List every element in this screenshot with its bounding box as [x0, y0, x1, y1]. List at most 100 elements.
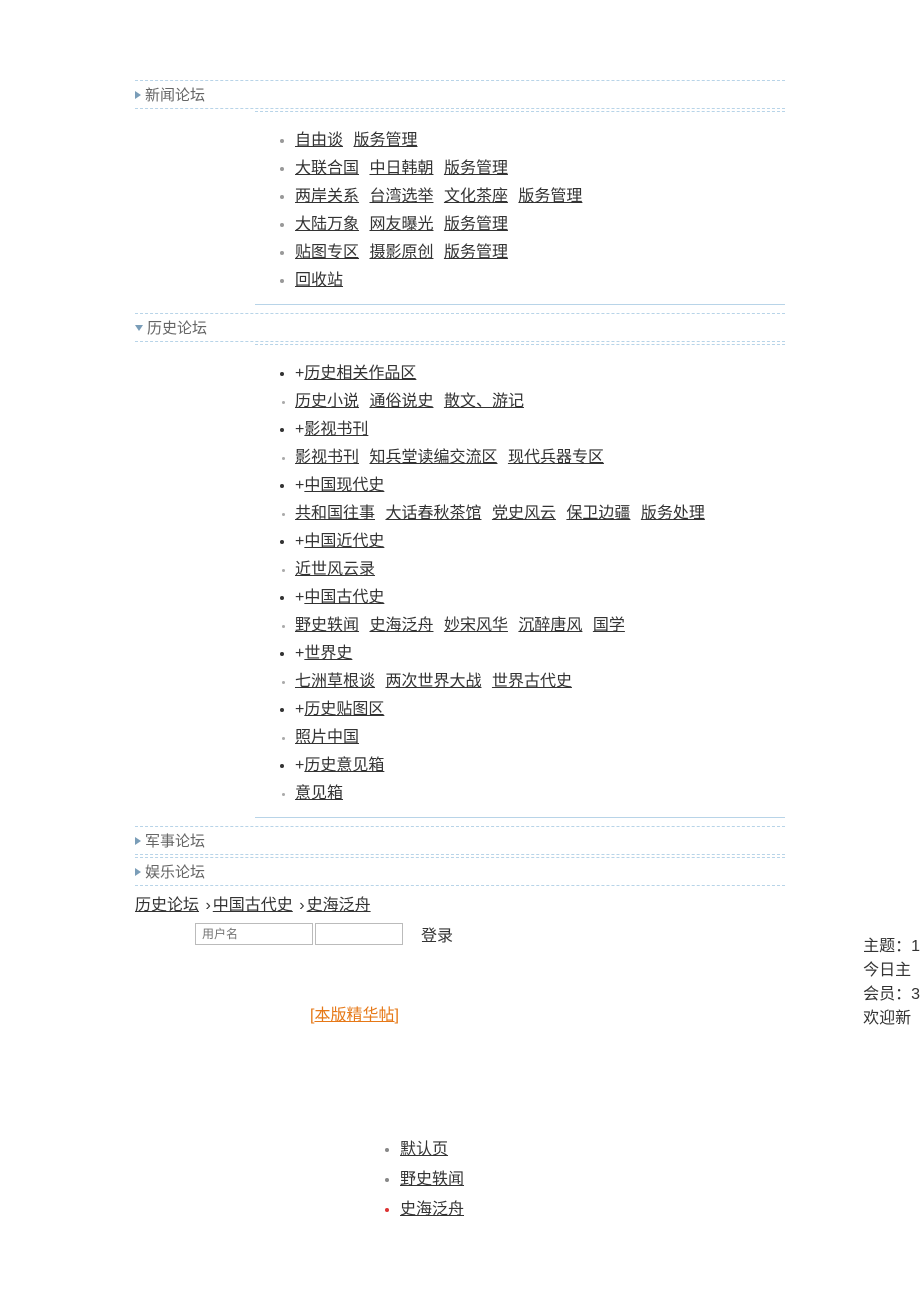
stats-welcome: 欢迎新: [863, 1007, 920, 1031]
forum-link[interactable]: 影视书刊: [295, 449, 359, 466]
category-item: +中国近代史: [295, 527, 785, 551]
list-item: 大陆万象 网友曝光 版务管理: [295, 210, 785, 234]
forum-link[interactable]: 照片中国: [295, 729, 359, 746]
list-item: 照片中国: [295, 723, 785, 747]
forum-link[interactable]: 史海泛舟: [369, 617, 433, 634]
category-item: +历史贴图区: [295, 695, 785, 719]
forum-link[interactable]: 版务管理: [518, 188, 582, 205]
list-item: 野史轶闻 史海泛舟 妙宋风华 沉醉唐风 国学: [295, 611, 785, 635]
collapse-right-icon: [135, 868, 141, 876]
list-item: 贴图专区 摄影原创 版务管理: [295, 238, 785, 262]
expand-icon[interactable]: +: [295, 589, 304, 606]
category-item: +世界史: [295, 639, 785, 663]
username-input[interactable]: [195, 923, 313, 945]
forum-link[interactable]: 大话春秋茶馆: [385, 505, 481, 522]
tab-shihai: 史海泛舟: [400, 1195, 560, 1219]
tab-link[interactable]: 史海泛舟: [400, 1201, 464, 1218]
forum-link[interactable]: 中日韩朝: [369, 160, 433, 177]
list-item: 大联合国 中日韩朝 版务管理: [295, 154, 785, 178]
forum-link[interactable]: 妙宋风华: [444, 617, 508, 634]
forum-link[interactable]: 沉醉唐风: [518, 617, 582, 634]
stats-topics: 主题：1: [863, 935, 920, 959]
forum-link[interactable]: 版务处理: [641, 505, 705, 522]
forum-stats: 主题：1 今日主 会员：3 欢迎新: [863, 935, 920, 1031]
list-item: 近世风云录: [295, 555, 785, 579]
category-link[interactable]: 世界史: [304, 645, 352, 662]
military-forum-section[interactable]: 军事论坛: [135, 826, 785, 855]
category-link[interactable]: 历史贴图区: [304, 701, 384, 718]
forum-link[interactable]: 七洲草根谈: [295, 673, 375, 690]
forum-link[interactable]: 版务管理: [353, 132, 417, 149]
forum-link[interactable]: 版务管理: [444, 244, 508, 261]
forum-link[interactable]: 大陆万象: [295, 216, 359, 233]
expand-icon[interactable]: +: [295, 757, 304, 774]
category-link[interactable]: 中国现代史: [304, 477, 384, 494]
history-forum-panel: +历史相关作品区 历史小说 通俗说史 散文、游记 +影视书刊 影视书刊 知兵堂读…: [255, 344, 785, 818]
forum-link[interactable]: 通俗说史: [369, 393, 433, 410]
forum-link[interactable]: 意见箱: [295, 785, 343, 802]
expand-icon[interactable]: +: [295, 533, 304, 550]
category-item: +中国现代史: [295, 471, 785, 495]
category-item: +历史意见箱: [295, 751, 785, 775]
forum-link[interactable]: 版务管理: [444, 216, 508, 233]
breadcrumb-link[interactable]: 史海泛舟: [307, 897, 371, 914]
collapse-right-icon: [135, 91, 141, 99]
expand-icon[interactable]: +: [295, 421, 304, 438]
stats-members: 会员：3: [863, 983, 920, 1007]
category-link[interactable]: 中国近代史: [304, 533, 384, 550]
section-title: 历史论坛: [147, 317, 207, 338]
category-item: +影视书刊: [295, 415, 785, 439]
password-input[interactable]: [315, 923, 403, 945]
featured-posts-link[interactable]: 本版精华帖: [314, 1007, 394, 1024]
section-title: 新闻论坛: [145, 84, 205, 105]
tab-link[interactable]: 野史轶闻: [400, 1171, 464, 1188]
forum-link[interactable]: 两岸关系: [295, 188, 359, 205]
forum-link[interactable]: 台湾选举: [369, 188, 433, 205]
forum-link[interactable]: 知兵堂读编交流区: [369, 449, 497, 466]
section-title: 娱乐论坛: [145, 861, 205, 882]
news-forum-section[interactable]: 新闻论坛: [135, 80, 785, 109]
expand-icon[interactable]: +: [295, 477, 304, 494]
category-link[interactable]: 历史意见箱: [304, 757, 384, 774]
breadcrumb-sep: ›: [205, 897, 210, 914]
list-item: 七洲草根谈 两次世界大战 世界古代史: [295, 667, 785, 691]
list-item: 回收站: [295, 266, 785, 290]
forum-link[interactable]: 保卫边疆: [566, 505, 630, 522]
tab-default: 默认页: [400, 1135, 560, 1159]
tab-link[interactable]: 默认页: [400, 1141, 448, 1158]
breadcrumb-link[interactable]: 历史论坛: [135, 897, 199, 914]
list-item: 共和国往事 大话春秋茶馆 党史风云 保卫边疆 版务处理: [295, 499, 785, 523]
entertainment-forum-section[interactable]: 娱乐论坛: [135, 857, 785, 886]
category-link[interactable]: 历史相关作品区: [304, 365, 416, 382]
category-link[interactable]: 影视书刊: [304, 421, 368, 438]
forum-link[interactable]: 网友曝光: [369, 216, 433, 233]
forum-link[interactable]: 共和国往事: [295, 505, 375, 522]
forum-link[interactable]: 现代兵器专区: [508, 449, 604, 466]
forum-link[interactable]: 野史轶闻: [295, 617, 359, 634]
expand-icon[interactable]: +: [295, 701, 304, 718]
forum-link[interactable]: 文化茶座: [444, 188, 508, 205]
forum-link[interactable]: 世界古代史: [492, 673, 572, 690]
login-button[interactable]: 登录: [421, 922, 453, 946]
breadcrumb-link[interactable]: 中国古代史: [213, 897, 293, 914]
forum-link[interactable]: 贴图专区: [295, 244, 359, 261]
expand-icon[interactable]: +: [295, 645, 304, 662]
forum-link[interactable]: 两次世界大战: [385, 673, 481, 690]
forum-link[interactable]: 版务管理: [444, 160, 508, 177]
forum-link[interactable]: 近世风云录: [295, 561, 375, 578]
bracket-close: ]: [394, 1007, 398, 1024]
history-forum-section[interactable]: 历史论坛: [135, 313, 785, 342]
expand-icon[interactable]: +: [295, 365, 304, 382]
category-link[interactable]: 中国古代史: [304, 589, 384, 606]
forum-link[interactable]: 大联合国: [295, 160, 359, 177]
forum-link[interactable]: 历史小说: [295, 393, 359, 410]
list-item: 影视书刊 知兵堂读编交流区 现代兵器专区: [295, 443, 785, 467]
forum-link[interactable]: 散文、游记: [444, 393, 524, 410]
section-title: 军事论坛: [145, 830, 205, 851]
forum-link[interactable]: 摄影原创: [369, 244, 433, 261]
forum-link[interactable]: 自由谈: [295, 132, 343, 149]
forum-link[interactable]: 回收站: [295, 272, 343, 289]
forum-link[interactable]: 党史风云: [492, 505, 556, 522]
collapse-right-icon: [135, 837, 141, 845]
forum-link[interactable]: 国学: [593, 617, 625, 634]
